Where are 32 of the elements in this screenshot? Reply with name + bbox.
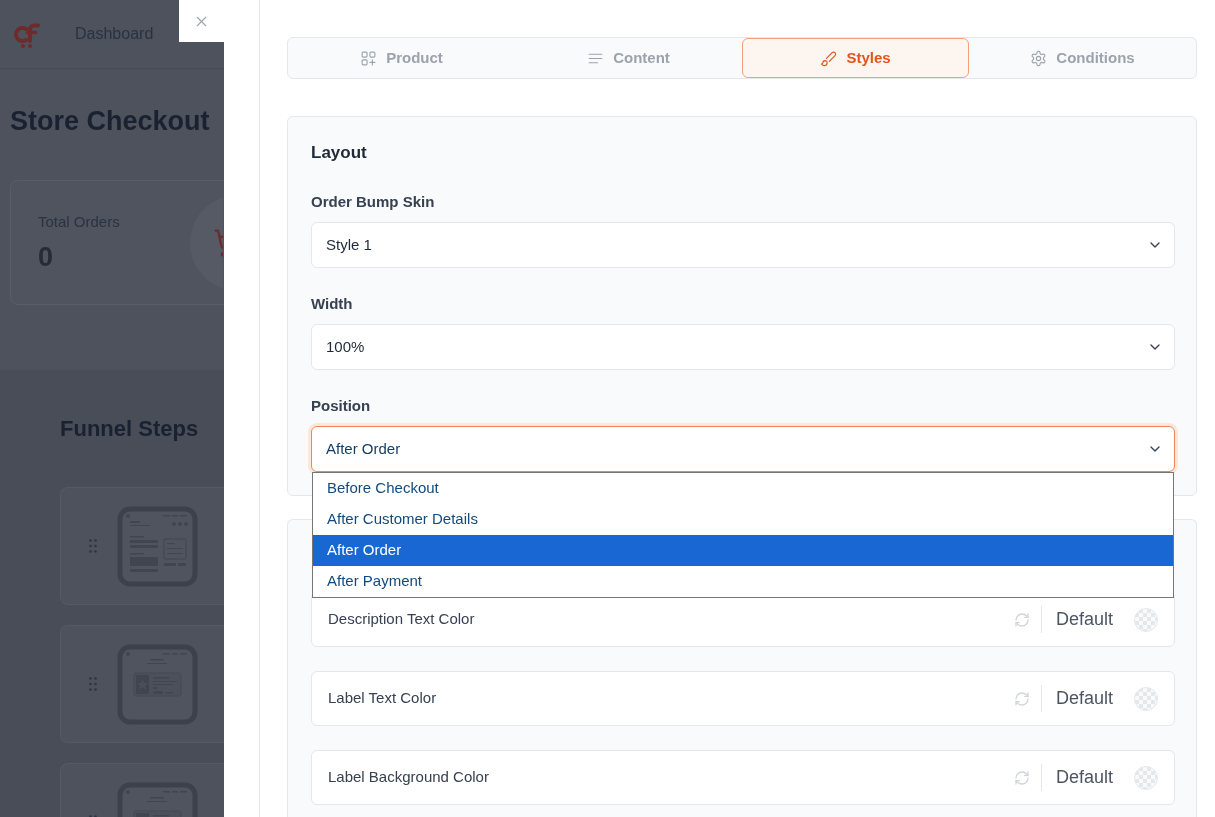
setting-label: Label Text Color bbox=[328, 688, 438, 709]
checkered-swatch-icon[interactable] bbox=[1134, 607, 1158, 632]
grid-plus-icon bbox=[360, 49, 378, 67]
gear-icon bbox=[1030, 49, 1048, 67]
dropdown-option[interactable]: After Customer Details bbox=[313, 504, 1173, 535]
select-field[interactable]: Style 1 bbox=[311, 222, 1175, 268]
select-field[interactable]: 100% bbox=[311, 324, 1175, 370]
close-button[interactable] bbox=[179, 0, 224, 42]
refresh-icon[interactable] bbox=[1013, 769, 1030, 786]
card-title: Layout bbox=[311, 143, 368, 163]
drag-handle-icon[interactable] bbox=[89, 539, 97, 553]
dropdown-option[interactable]: After Payment bbox=[313, 566, 1173, 597]
field-label: Width bbox=[311, 294, 354, 314]
dropdown-option[interactable]: Before Checkout bbox=[313, 473, 1173, 504]
step-card[interactable] bbox=[60, 625, 224, 743]
tab[interactable]: Styles bbox=[742, 38, 969, 78]
refresh-icon[interactable] bbox=[1013, 690, 1030, 707]
color-value: Default bbox=[1055, 687, 1113, 710]
refresh-icon[interactable] bbox=[1013, 611, 1030, 628]
brush-icon bbox=[820, 49, 838, 67]
color-value: Default bbox=[1055, 766, 1113, 789]
step-card[interactable] bbox=[60, 487, 224, 605]
dropdown-option[interactable]: After Order bbox=[313, 535, 1173, 566]
drag-handle-icon[interactable] bbox=[89, 677, 97, 691]
field-label: Order Bump Skin bbox=[311, 192, 436, 212]
setting-label: Label Background Color bbox=[328, 767, 490, 788]
checkered-swatch-icon[interactable] bbox=[1134, 686, 1158, 711]
select-field[interactable]: After Order bbox=[311, 426, 1175, 472]
color-value: Default bbox=[1055, 608, 1113, 631]
checkered-swatch-icon[interactable] bbox=[1134, 765, 1158, 790]
setting-label: Description Text Color bbox=[328, 609, 476, 630]
field-label: Position bbox=[311, 396, 372, 416]
